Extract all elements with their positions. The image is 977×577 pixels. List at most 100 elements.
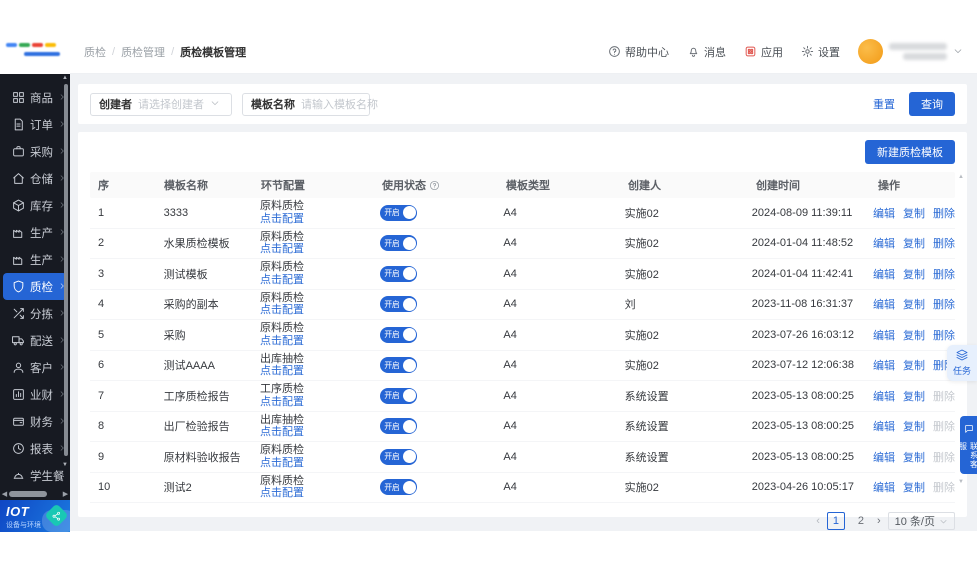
topnav-help-center[interactable]: 帮助中心 — [608, 44, 669, 60]
status-toggle[interactable]: 开启 — [380, 266, 417, 282]
sidebar-item-delivery[interactable]: 配送 — [3, 327, 67, 354]
configure-link[interactable]: 点击配置 — [260, 365, 304, 377]
sidebar-item-reports[interactable]: 报表 — [3, 435, 67, 462]
copy-link[interactable]: 复制 — [903, 327, 925, 343]
breadcrumb-level-1[interactable]: 质检 — [84, 44, 106, 60]
status-toggle[interactable]: 开启 — [380, 205, 417, 221]
user-menu[interactable] — [858, 39, 963, 64]
delete-link[interactable]: 删除 — [933, 205, 955, 221]
sidebar-item-label: 报表 — [30, 441, 53, 457]
cell-stage-config: 原料质检点击配置 — [252, 475, 372, 500]
edit-link[interactable]: 编辑 — [873, 418, 895, 434]
page-number-2[interactable]: 2 — [852, 512, 870, 530]
iot-banner[interactable]: IOT 设备与环境 — [0, 500, 70, 532]
edit-link[interactable]: 编辑 — [873, 449, 895, 465]
next-page-icon[interactable]: › — [877, 515, 881, 527]
sidebar-horizontal-scrollbar: ◀ ▶ — [0, 488, 70, 500]
configure-link[interactable]: 点击配置 — [260, 213, 304, 225]
sidebar-item-orders[interactable]: 订单 — [3, 111, 67, 138]
copy-link[interactable]: 复制 — [903, 418, 925, 434]
sidebar-item-production-2[interactable]: 生产 — [3, 246, 67, 273]
configure-link[interactable]: 点击配置 — [260, 426, 304, 438]
hscroll-left-icon[interactable]: ◀ — [0, 490, 9, 498]
copy-link[interactable]: 复制 — [903, 266, 925, 282]
sidebar-item-customers[interactable]: 客户 — [3, 354, 67, 381]
topnav-settings[interactable]: 设置 — [801, 44, 840, 60]
sidebar-item-label: 订单 — [30, 117, 53, 133]
status-toggle[interactable]: 开启 — [380, 357, 417, 373]
edit-link[interactable]: 编辑 — [873, 205, 895, 221]
sidebar-item-inventory[interactable]: 库存 — [3, 192, 67, 219]
status-toggle[interactable]: 开启 — [380, 235, 417, 251]
cell-stage-config: 原料质检点击配置 — [252, 444, 372, 469]
configure-link[interactable]: 点击配置 — [260, 243, 304, 255]
configure-link[interactable]: 点击配置 — [260, 457, 304, 469]
configure-link[interactable]: 点击配置 — [260, 335, 304, 347]
sidebar-item-finance[interactable]: 财务 — [3, 408, 67, 435]
sidebar-scroll-up-icon[interactable]: ▲ — [60, 75, 70, 81]
edit-link[interactable]: 编辑 — [873, 388, 895, 404]
prev-page-icon[interactable]: ‹ — [816, 515, 820, 527]
create-template-button[interactable]: 新建质检模板 — [865, 140, 955, 164]
sidebar-item-biz-finance[interactable]: 业财 — [3, 381, 67, 408]
table-scroll-up-icon[interactable]: ▲ — [958, 174, 964, 180]
copy-link[interactable]: 复制 — [903, 205, 925, 221]
edit-link[interactable]: 编辑 — [873, 266, 895, 282]
sidebar-scrollbar[interactable] — [64, 84, 68, 456]
status-toggle[interactable]: 开启 — [380, 327, 417, 343]
status-toggle[interactable]: 开启 — [380, 449, 417, 465]
search-button[interactable]: 查询 — [909, 92, 955, 116]
configure-link[interactable]: 点击配置 — [260, 396, 304, 408]
breadcrumb-level-2[interactable]: 质检管理 — [121, 44, 165, 60]
cell-template-type: A4 — [495, 451, 616, 463]
sidebar-item-sorting[interactable]: 分拣 — [3, 300, 67, 327]
copy-link[interactable]: 复制 — [903, 357, 925, 373]
table-scroll-down-icon[interactable]: ▼ — [958, 479, 964, 485]
creator-select[interactable]: 创建者 请选择创建者 — [90, 93, 232, 116]
edit-link[interactable]: 编辑 — [873, 296, 895, 312]
sidebar-item-goods[interactable]: 商品 — [3, 84, 67, 111]
cell-creator: 实施02 — [617, 327, 744, 343]
template-name-input[interactable]: 模板名称 请输入模板名称 — [242, 93, 370, 116]
breadcrumb: 质检 / 质检管理 / 质检模板管理 — [84, 44, 246, 60]
sidebar-item-purchase[interactable]: 采购 — [3, 138, 67, 165]
copy-link[interactable]: 复制 — [903, 479, 925, 495]
edit-link[interactable]: 编辑 — [873, 235, 895, 251]
page-size-select[interactable]: 10 条/页 — [888, 512, 955, 530]
cell-stage-config: 原料质检点击配置 — [252, 292, 372, 317]
cell-template-type: A4 — [495, 207, 616, 219]
copy-link[interactable]: 复制 — [903, 388, 925, 404]
sidebar-scroll-down-icon[interactable]: ▼ — [60, 462, 70, 468]
contact-support-float-button[interactable]: 联系客服 — [960, 416, 977, 474]
configure-link[interactable]: 点击配置 — [260, 304, 304, 316]
copy-link[interactable]: 复制 — [903, 296, 925, 312]
configure-link[interactable]: 点击配置 — [260, 487, 304, 499]
copy-link[interactable]: 复制 — [903, 235, 925, 251]
delete-link[interactable]: 删除 — [933, 296, 955, 312]
status-toggle[interactable]: 开启 — [380, 296, 417, 312]
edit-link[interactable]: 编辑 — [873, 479, 895, 495]
delete-link[interactable]: 删除 — [933, 235, 955, 251]
status-toggle[interactable]: 开启 — [380, 388, 417, 404]
sidebar-item-production-1[interactable]: 生产 — [3, 219, 67, 246]
sidebar-item-student-meal[interactable]: 学生餐 — [3, 462, 67, 489]
hscroll-thumb[interactable] — [9, 491, 47, 497]
edit-link[interactable]: 编辑 — [873, 357, 895, 373]
topnav-messages[interactable]: 消息 — [687, 44, 726, 60]
sidebar-item-quality[interactable]: 质检 — [3, 273, 67, 300]
status-toggle[interactable]: 开启 — [380, 479, 417, 495]
sidebar-item-warehouse[interactable]: 仓储 — [3, 165, 67, 192]
page-number-1[interactable]: 1 — [827, 512, 845, 530]
hscroll-right-icon[interactable]: ▶ — [61, 490, 70, 498]
status-toggle[interactable]: 开启 — [380, 418, 417, 434]
configure-link[interactable]: 点击配置 — [260, 274, 304, 286]
delete-link[interactable]: 删除 — [933, 327, 955, 343]
topnav-apps[interactable]: 应用 — [744, 44, 783, 60]
edit-link[interactable]: 编辑 — [873, 327, 895, 343]
delete-link[interactable]: 删除 — [933, 266, 955, 282]
tasks-float-button[interactable]: 任务 — [947, 345, 977, 381]
reset-button[interactable]: 重置 — [869, 92, 899, 116]
copy-link[interactable]: 复制 — [903, 449, 925, 465]
cell-template-name: 测试AAAA — [156, 357, 252, 373]
home-icon — [12, 172, 25, 185]
